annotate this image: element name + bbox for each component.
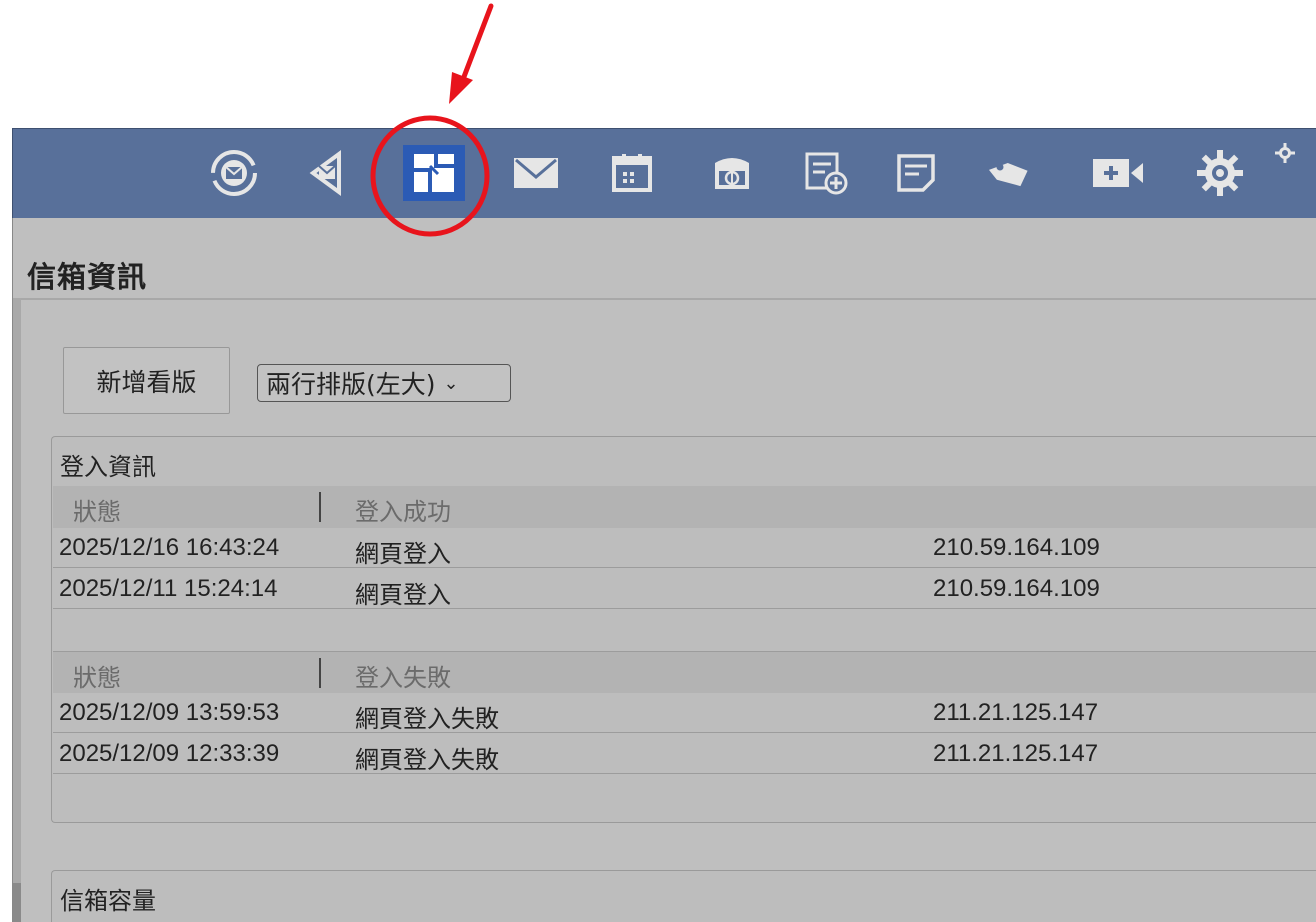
success-status-label: 狀態 bbox=[73, 498, 121, 526]
login-ip: 211.21.125.147 bbox=[933, 740, 1099, 767]
small-gear-icon[interactable] bbox=[1265, 133, 1305, 173]
chevron-down-icon: ⌄ bbox=[443, 372, 459, 394]
new-note-icon[interactable] bbox=[795, 145, 857, 201]
annotation-arrow bbox=[449, 3, 494, 104]
storage-icon[interactable] bbox=[701, 145, 763, 201]
column-separator bbox=[319, 492, 321, 522]
login-time: 2025/12/16 16:43:24 bbox=[59, 534, 280, 561]
send-mail-icon[interactable] bbox=[296, 145, 358, 201]
login-type: 網頁登入 bbox=[355, 581, 451, 609]
envelope-icon[interactable] bbox=[505, 145, 567, 201]
mailbox-capacity-panel: 信箱容量 bbox=[51, 870, 1316, 922]
table-row: 2025/12/16 16:43:24 網頁登入 210.59.164.109 bbox=[53, 528, 1316, 568]
table-row: 2025/12/09 12:33:39 網頁登入失敗 211.21.125.14… bbox=[53, 734, 1316, 774]
left-scroll-indicator bbox=[13, 883, 21, 922]
login-time: 2025/12/09 12:33:39 bbox=[59, 740, 280, 767]
table-row: 2025/12/09 13:59:53 網頁登入失敗 211.21.125.14… bbox=[53, 693, 1316, 733]
tag-icon[interactable] bbox=[979, 145, 1041, 201]
main-toolbar bbox=[12, 128, 1316, 218]
gear-icon[interactable] bbox=[1189, 145, 1251, 201]
success-status-value: 登入成功 bbox=[355, 498, 451, 526]
page-title: 信箱資訊 bbox=[27, 262, 148, 294]
left-edge-bar bbox=[13, 298, 21, 922]
table-row: 2025/12/11 15:24:14 網頁登入 210.59.164.109 bbox=[53, 569, 1316, 609]
calendar-icon[interactable] bbox=[601, 145, 663, 201]
login-panel-title: 登入資訊 bbox=[60, 453, 156, 481]
login-type: 網頁登入 bbox=[355, 540, 451, 568]
login-ip: 211.21.125.147 bbox=[933, 699, 1099, 726]
login-type: 網頁登入失敗 bbox=[355, 746, 499, 774]
add-board-button[interactable]: 新增看版 bbox=[63, 347, 230, 414]
dashboard-icon[interactable] bbox=[403, 145, 465, 201]
title-divider bbox=[17, 298, 1316, 300]
failure-status-value: 登入失敗 bbox=[355, 664, 451, 692]
capacity-panel-title: 信箱容量 bbox=[60, 887, 156, 915]
memo-icon[interactable] bbox=[885, 145, 947, 201]
login-info-panel: 登入資訊 狀態 登入成功 2025/12/16 16:43:24 網頁登入 21… bbox=[51, 436, 1316, 823]
login-ip: 210.59.164.109 bbox=[933, 534, 1100, 561]
layout-select-value: 兩行排版(左大) bbox=[266, 370, 436, 399]
login-ip: 210.59.164.109 bbox=[933, 575, 1100, 602]
sync-mail-icon[interactable] bbox=[203, 145, 265, 201]
layout-select[interactable]: 兩行排版(左大) ⌄ bbox=[257, 364, 511, 402]
success-group-header: 狀態 登入成功 bbox=[53, 486, 1316, 528]
login-time: 2025/12/09 13:59:53 bbox=[59, 699, 280, 726]
failure-group-header: 狀態 登入失敗 bbox=[53, 652, 1316, 694]
failure-status-label: 狀態 bbox=[73, 664, 121, 692]
column-separator bbox=[319, 658, 321, 688]
video-icon[interactable] bbox=[1087, 145, 1149, 201]
mailbox-info-page: 信箱資訊 新增看版 兩行排版(左大) ⌄ 登入資訊 狀態 登入成功 2025/1… bbox=[12, 218, 1316, 922]
login-time: 2025/12/11 15:24:14 bbox=[59, 575, 278, 602]
login-type: 網頁登入失敗 bbox=[355, 705, 499, 733]
